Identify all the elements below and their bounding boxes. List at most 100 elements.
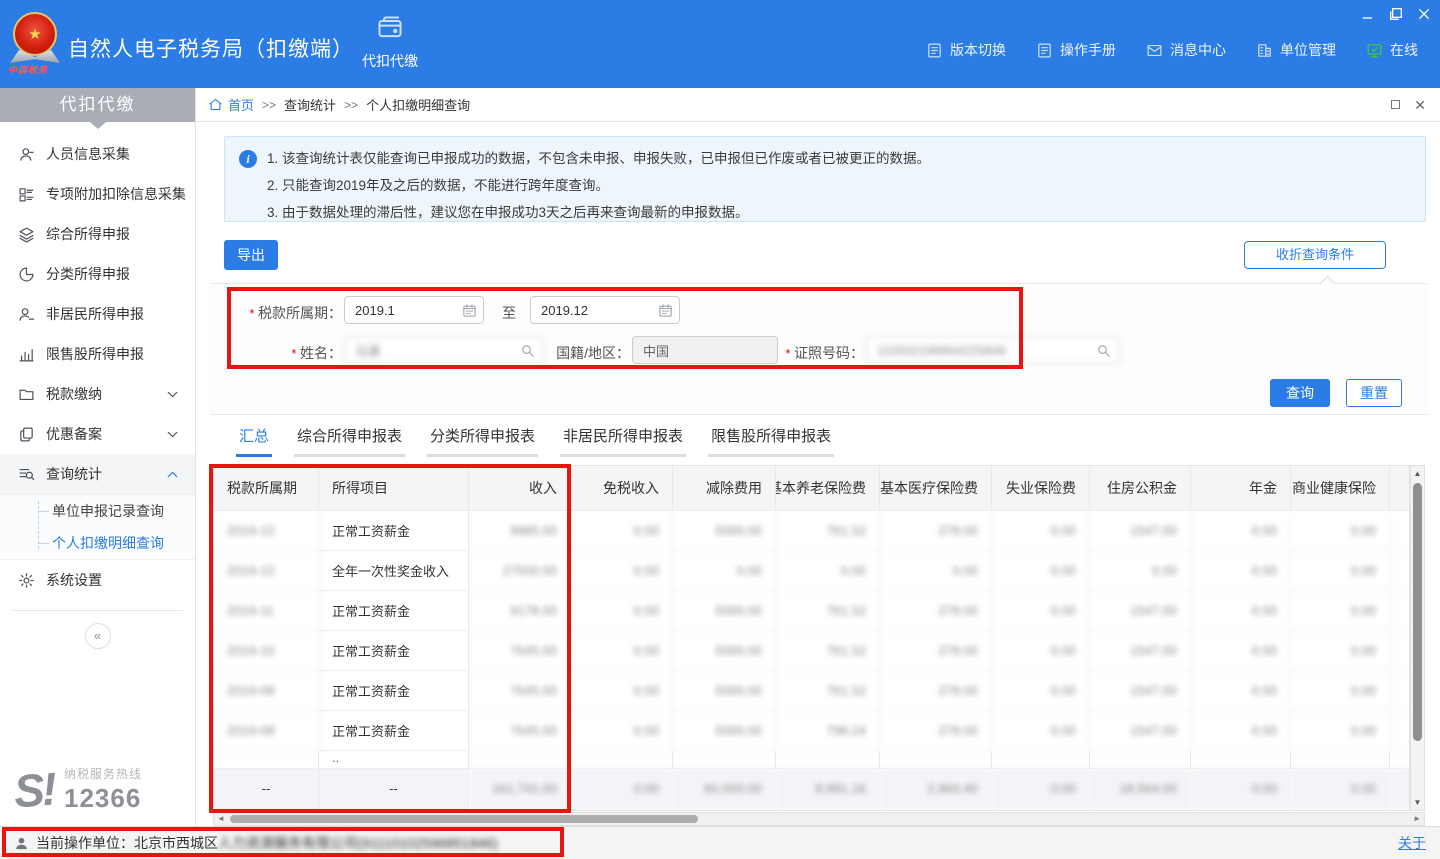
person-doc-icon xyxy=(18,306,35,323)
vertical-scrollbar[interactable]: ▲ ▼ xyxy=(1410,465,1425,811)
column-header-7: 失业保险费 xyxy=(992,466,1090,511)
breadcrumb-item-current-page: 个人扣缴明细查询 xyxy=(366,95,470,114)
sidebar-item-comprehensive-income[interactable]: 综合所得申报 xyxy=(0,214,195,254)
topmenu-item-unit-management[interactable]: 单位管理 xyxy=(1256,40,1336,60)
sidebar: 代扣代缴 人员信息采集专项附加扣除信息采集综合所得申报分类所得申报非居民所得申报… xyxy=(0,88,196,826)
tab-comprehensive[interactable]: 综合所得申报表 xyxy=(294,425,405,457)
table-cell: 0.00 xyxy=(571,591,673,631)
sidebar-item-restricted-shares[interactable]: 限售股所得申报 xyxy=(0,334,195,374)
table-cell: 1547.00 xyxy=(1090,711,1191,751)
topmenu-item-manual[interactable]: 操作手册 xyxy=(1036,40,1116,60)
breadcrumb: 首页 >> 查询统计 >> 个人扣缴明细查询 ✕ xyxy=(196,88,1440,122)
app-title: 自然人电子税务局（扣缴端） xyxy=(68,33,354,63)
close-button[interactable] xyxy=(1416,6,1432,22)
sidebar-item-label: 系统设置 xyxy=(46,570,102,590)
column-header-1: 所得项目 xyxy=(319,466,469,511)
table-cell: 0.00 xyxy=(1291,711,1390,751)
nationality-input[interactable] xyxy=(632,336,778,364)
horizontal-scroll-thumb[interactable] xyxy=(230,815,698,823)
sidebar-collapse-button[interactable]: « xyxy=(85,623,111,649)
about-link[interactable]: 关于 xyxy=(1398,833,1426,853)
export-button[interactable]: 导出 xyxy=(224,240,278,270)
topmenu-label: 版本切换 xyxy=(950,40,1006,60)
column-header-4: 减除费用 xyxy=(673,466,776,511)
panel-close-icon[interactable]: ✕ xyxy=(1414,98,1426,112)
table-cell: 27500.00 xyxy=(469,551,571,591)
table-cell: 279.00 xyxy=(880,671,992,711)
table-cell xyxy=(880,751,992,769)
sidebar-subitem-unit-declare-record-query[interactable]: 单位申报记录查询 xyxy=(0,495,195,527)
tab-summary[interactable]: 汇总 xyxy=(236,425,272,457)
home-icon[interactable] xyxy=(208,97,223,112)
sidebar-subitem-label: 个人扣缴明细查询 xyxy=(52,533,164,553)
sidebar-item-label: 综合所得申报 xyxy=(46,224,130,244)
sidebar-item-tax-payment[interactable]: 税款缴纳 xyxy=(0,374,195,414)
table-cell: 7645.00 xyxy=(469,631,571,671)
sidebar-item-classified-income[interactable]: 分类所得申报 xyxy=(0,254,195,294)
table-cell: 正常工资薪金 xyxy=(319,711,469,751)
id-number-input[interactable] xyxy=(866,336,1120,364)
table-cell: .. xyxy=(319,751,469,769)
calendar-icon[interactable] xyxy=(462,303,477,318)
monitor-check-icon xyxy=(1366,42,1383,59)
name-input[interactable] xyxy=(344,336,544,364)
table-cell: 0.00 xyxy=(1191,511,1291,551)
sidebar-subitem-personal-withholding-detail-query[interactable]: 个人扣缴明细查询 xyxy=(0,527,195,559)
table-row: 2019-12正常工资薪金9985.000.005000.00761.52279… xyxy=(214,511,1410,551)
table-cell: 2019-08 xyxy=(214,711,319,751)
table-cell: 0.00 xyxy=(1291,671,1390,711)
tab-classified[interactable]: 分类所得申报表 xyxy=(427,425,538,457)
breadcrumb-home-link[interactable]: 首页 xyxy=(228,95,254,114)
tab-nonresident[interactable]: 非居民所得申报表 xyxy=(560,425,686,457)
column-header-11: 税 xyxy=(1390,466,1410,511)
panel-restore-icon[interactable] xyxy=(1391,100,1400,109)
minimize-button[interactable] xyxy=(1360,6,1376,22)
module-tab-withholding[interactable]: 代扣代缴 xyxy=(348,14,432,86)
sidebar-item-preference-filing[interactable]: 优惠备案 xyxy=(0,414,195,454)
topmenu-item-version-switch[interactable]: 版本切换 xyxy=(926,40,1006,60)
table-cell: 7645.00 xyxy=(469,671,571,711)
table-cell: 1547.00 xyxy=(1090,591,1191,631)
table-cell: 0.00 xyxy=(992,769,1090,809)
calendar-icon[interactable] xyxy=(658,303,673,318)
scroll-right-arrow-icon[interactable]: ► xyxy=(1413,814,1421,823)
reset-button[interactable]: 重置 xyxy=(1346,379,1402,407)
title-bar: ★ 中国税务 自然人电子税务局（扣缴端） 代扣代缴 版本切换操作手册消息中心单位… xyxy=(0,0,1440,88)
sidebar-item-personnel-info[interactable]: 人员信息采集 xyxy=(0,134,195,174)
table-cell xyxy=(1191,751,1291,769)
main-content: i 1. 该查询统计表仅能查询已申报成功的数据，不包含未申报、申报失败，已申报但… xyxy=(196,122,1440,826)
column-header-0: 税款所属期 xyxy=(214,466,319,511)
restore-button[interactable] xyxy=(1388,6,1404,22)
search-icon[interactable] xyxy=(1096,343,1111,358)
topmenu-item-online-status[interactable]: 在线 xyxy=(1366,40,1418,60)
table-cell: 5000.00 xyxy=(673,631,776,671)
table-header-row: 税款所属期所得项目收入免税收入减除费用基本养老保险费基本医疗保险费失业保险费住房… xyxy=(214,466,1410,511)
table-cell: 0.00 xyxy=(1291,591,1390,631)
chevron-down-icon xyxy=(164,426,181,443)
tab-restricted[interactable]: 限售股所得申报表 xyxy=(708,425,834,457)
table-cell: 0.00 xyxy=(1291,551,1390,591)
scroll-down-arrow-icon[interactable]: ▼ xyxy=(1411,798,1424,807)
sidebar-item-system-settings[interactable]: 系统设置 xyxy=(0,560,195,600)
sidebar-item-label: 分类所得申报 xyxy=(46,264,130,284)
vertical-scroll-thumb[interactable] xyxy=(1413,483,1422,741)
table-cell: 279.00 xyxy=(880,591,992,631)
sidebar-item-query-statistics[interactable]: 查询统计 xyxy=(0,454,195,494)
scroll-left-arrow-icon[interactable]: ◄ xyxy=(217,814,225,823)
table-cell: 2019-10 xyxy=(214,631,319,671)
breadcrumb-separator: >> xyxy=(262,98,276,112)
scroll-up-arrow-icon[interactable]: ▲ xyxy=(1411,469,1424,478)
sidebar-item-special-deduction-info[interactable]: 专项附加扣除信息采集 xyxy=(0,174,195,214)
topmenu-label: 在线 xyxy=(1390,40,1418,60)
info-icon: i xyxy=(239,150,257,168)
horizontal-scrollbar[interactable]: ◄ ► xyxy=(213,812,1425,826)
sidebar-item-nonresident-income[interactable]: 非居民所得申报 xyxy=(0,294,195,334)
bar-chart-icon xyxy=(18,346,35,363)
topmenu-label: 操作手册 xyxy=(1060,40,1116,60)
topmenu-label: 消息中心 xyxy=(1170,40,1226,60)
search-icon[interactable] xyxy=(520,343,535,358)
layers-icon xyxy=(18,226,35,243)
collapse-query-button[interactable]: 收折查询条件 xyxy=(1244,241,1386,269)
topmenu-item-message-center[interactable]: 消息中心 xyxy=(1146,40,1226,60)
query-button[interactable]: 查询 xyxy=(1270,379,1330,407)
